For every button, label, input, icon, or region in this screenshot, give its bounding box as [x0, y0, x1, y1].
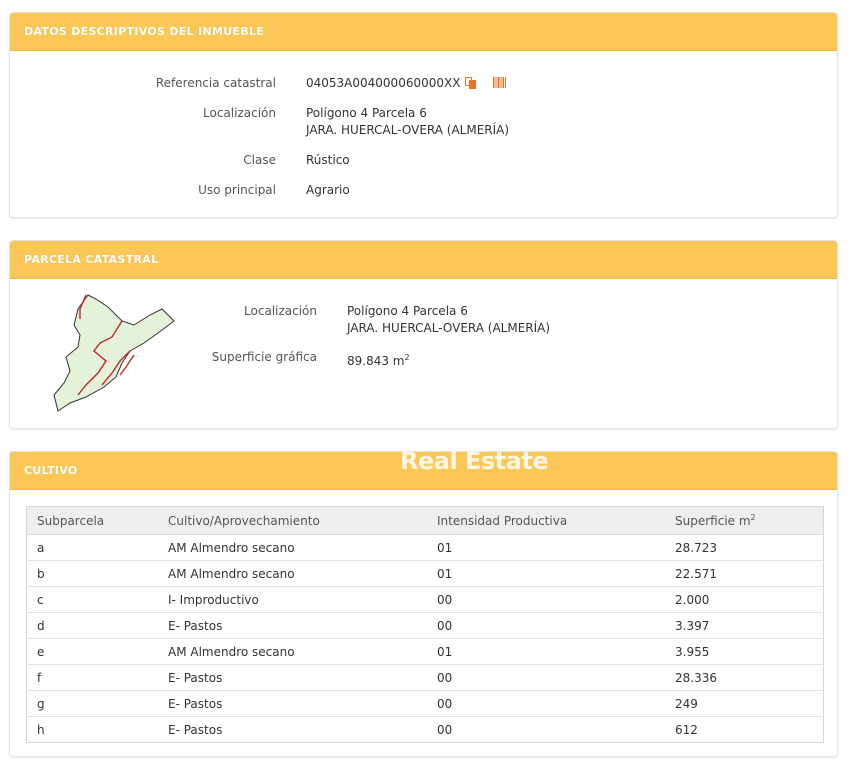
- cell-superficie: 2.000: [665, 586, 824, 613]
- table-row: d E- Pastos 00 3.397: [26, 612, 824, 639]
- cell-cultivo: E- Pastos: [158, 716, 427, 743]
- column-header-intensidad: Intensidad Productiva: [427, 506, 665, 535]
- cell-intensidad: 01: [427, 638, 665, 665]
- cell-intensidad: 00: [427, 586, 665, 613]
- cell-subparcela: b: [26, 560, 158, 587]
- parcela-catastral-panel: PARCELA CATASTRAL Localización Polígono …: [9, 240, 838, 429]
- cell-superficie: 28.723: [665, 534, 824, 561]
- cultivo-table: Subparcela Cultivo/Aprovechamiento Inten…: [26, 506, 824, 743]
- cell-cultivo: AM Almendro secano: [158, 560, 427, 587]
- table-row: b AM Almendro secano 01 22.571: [26, 560, 824, 587]
- column-header-cultivo: Cultivo/Aprovechamiento: [158, 506, 427, 535]
- datos-descriptivos-panel: DATOS DESCRIPTIVOS DEL INMUEBLE Referenc…: [9, 12, 838, 218]
- table-row: e AM Almendro secano 01 3.955: [26, 638, 824, 665]
- cell-cultivo: E- Pastos: [158, 612, 427, 639]
- referencia-catastral-value: 04053A004000060000XX: [306, 76, 461, 90]
- uso-principal-value: Agrario: [306, 183, 350, 197]
- clase-value: Rústico: [306, 153, 350, 167]
- cell-intensidad: 01: [427, 534, 665, 561]
- parcel-outline: [53, 294, 175, 412]
- parcela-catastral-header: PARCELA CATASTRAL: [10, 241, 837, 279]
- superficie-grafica-value: 89.843 m2: [347, 353, 410, 368]
- cell-superficie: 3.955: [665, 638, 824, 665]
- cell-cultivo: AM Almendro secano: [158, 534, 427, 561]
- cell-cultivo: E- Pastos: [158, 690, 427, 717]
- cell-subparcela: f: [26, 664, 158, 691]
- column-header-subparcela: Subparcela: [26, 506, 158, 535]
- cell-intensidad: 00: [427, 716, 665, 743]
- column-header-superficie: Superficie m2: [665, 506, 824, 535]
- uso-principal-label: Uso principal: [198, 183, 276, 197]
- cell-subparcela: h: [26, 716, 158, 743]
- cell-intensidad: 00: [427, 690, 665, 717]
- cell-subparcela: a: [26, 534, 158, 561]
- table-row: h E- Pastos 00 612: [26, 716, 824, 743]
- cell-superficie: 612: [665, 716, 824, 743]
- cell-intensidad: 00: [427, 612, 665, 639]
- cell-superficie: 3.397: [665, 612, 824, 639]
- table-row: g E- Pastos 00 249: [26, 690, 824, 717]
- parcela-localizacion-label: Localización: [244, 304, 317, 318]
- datos-descriptivos-header: DATOS DESCRIPTIVOS DEL INMUEBLE: [10, 13, 837, 51]
- localizacion-line2: JARA. HUERCAL-OVERA (ALMERÍA): [306, 123, 510, 137]
- cell-superficie: 22.571: [665, 560, 824, 587]
- referencia-catastral-label: Referencia catastral: [155, 76, 276, 90]
- table-header-row: Subparcela Cultivo/Aprovechamiento Inten…: [26, 506, 824, 535]
- cell-cultivo: AM Almendro secano: [158, 638, 427, 665]
- table-row: a AM Almendro secano 01 28.723: [26, 534, 824, 561]
- cell-subparcela: c: [26, 586, 158, 613]
- cell-subparcela: d: [26, 612, 158, 639]
- cell-intensidad: 01: [427, 560, 665, 587]
- table-row: c I- Improductivo 00 2.000: [26, 586, 824, 613]
- cultivo-panel: CULTIVO Subparcela Cultivo/Aprovechamien…: [9, 451, 838, 757]
- copy-icon[interactable]: [465, 77, 476, 89]
- cell-superficie: 249: [665, 690, 824, 717]
- table-row: f E- Pastos 00 28.336: [26, 664, 824, 691]
- cell-subparcela: g: [26, 690, 158, 717]
- localizacion-label: Localización: [203, 106, 276, 120]
- localizacion-line1: Polígono 4 Parcela 6: [306, 106, 427, 120]
- cell-superficie: 28.336: [665, 664, 824, 691]
- parcela-localizacion-line2: JARA. HUERCAL-OVERA (ALMERÍA): [347, 321, 551, 335]
- cell-intensidad: 00: [427, 664, 665, 691]
- parcela-localizacion-line1: Polígono 4 Parcela 6: [347, 304, 468, 318]
- cell-cultivo: E- Pastos: [158, 664, 427, 691]
- clase-label: Clase: [243, 153, 276, 167]
- cell-cultivo: I- Improductivo: [158, 586, 427, 613]
- superficie-grafica-label: Superficie gráfica: [211, 350, 317, 364]
- watermark-text: Real Estate: [400, 447, 549, 475]
- cell-subparcela: e: [26, 638, 158, 665]
- barcode-icon[interactable]: [493, 77, 506, 88]
